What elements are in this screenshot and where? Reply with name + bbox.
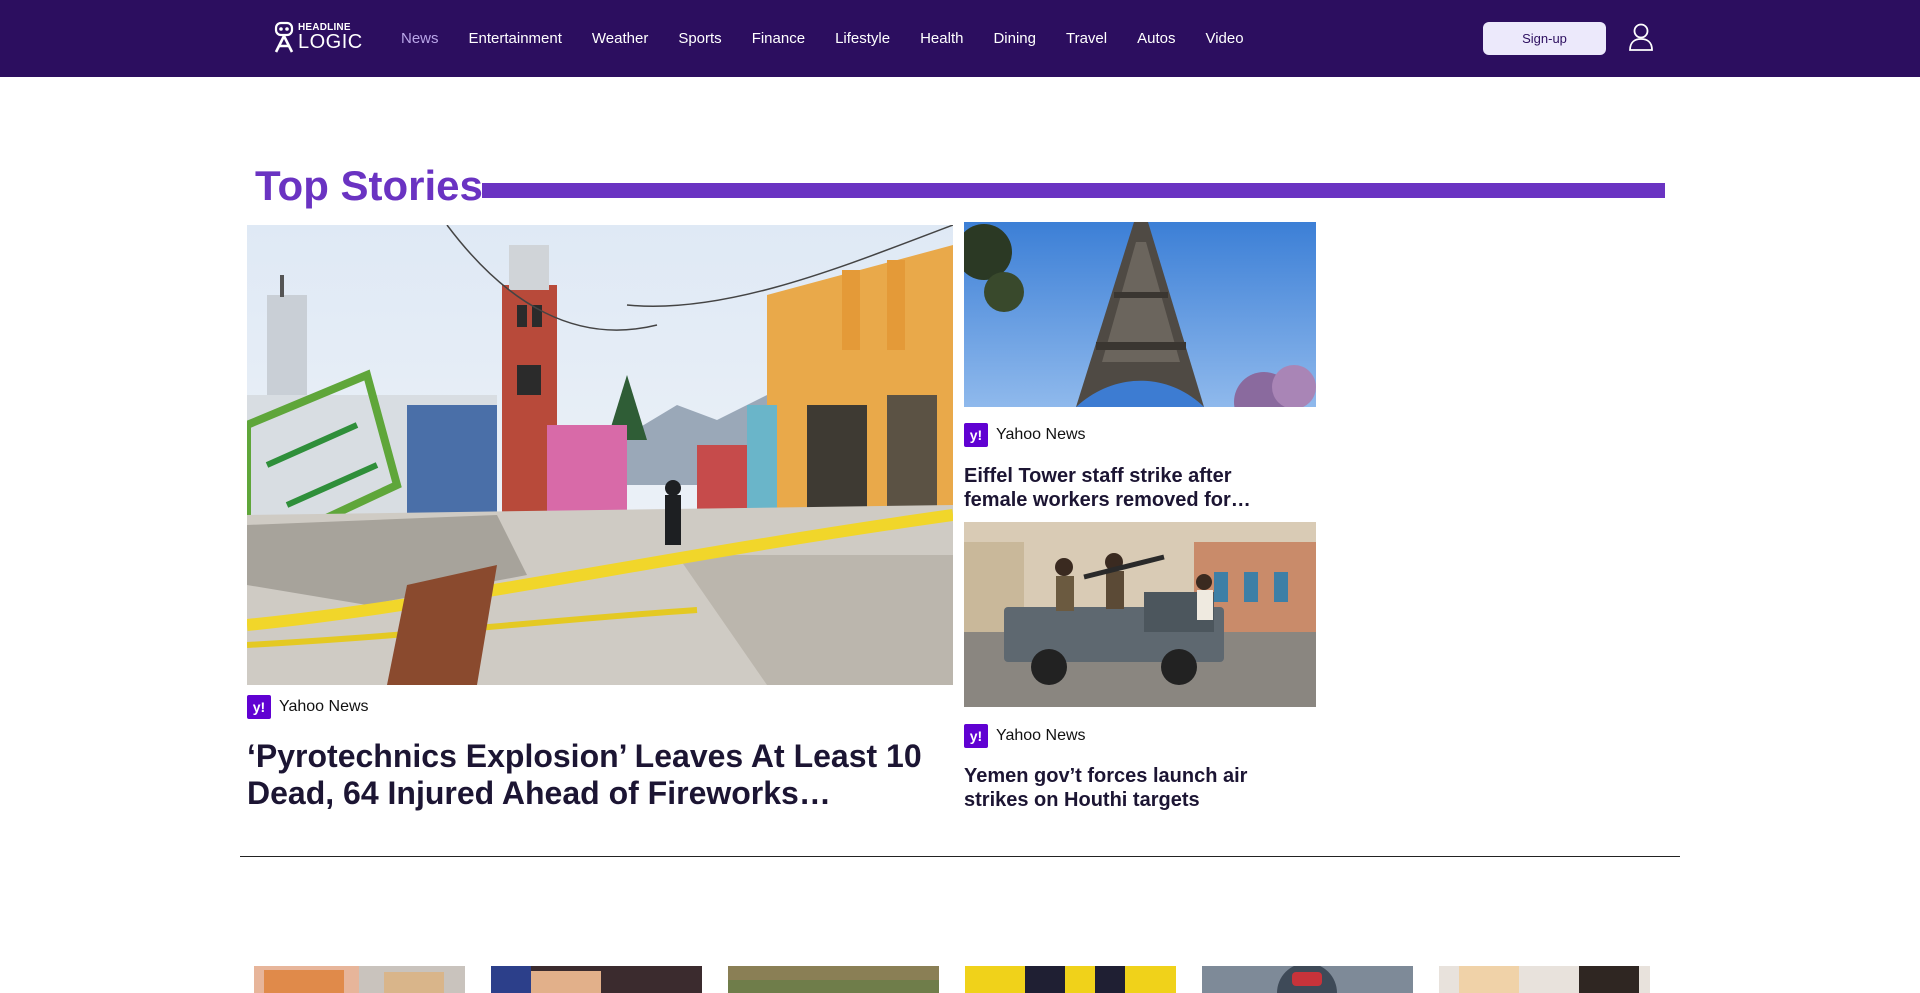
story-thumbnail[interactable] [1202,966,1413,993]
nav-health[interactable]: Health [920,30,963,47]
yahoo-logo-icon: y! [964,423,988,447]
source-name: Yahoo News [996,426,1086,443]
top-navigation-bar: HEADLINE LOGIC News Entertainment Weathe… [0,0,1920,77]
hero-story-source[interactable]: y! Yahoo News [247,695,369,719]
nav-sports[interactable]: Sports [678,30,721,47]
nav-news[interactable]: News [401,30,439,47]
story-thumbnail[interactable] [254,966,465,993]
section-title-accent-bar [482,183,1665,198]
nav-finance[interactable]: Finance [752,30,805,47]
logo-text-bottom: LOGIC [298,30,363,53]
nav-video[interactable]: Video [1205,30,1243,47]
side-story-1-source[interactable]: y! Yahoo News [964,423,1086,447]
yemen-strike-story-image[interactable] [964,522,1316,707]
hero-story-headline[interactable]: ‘Pyrotechnics Explosion’ Leaves At Least… [247,738,947,812]
sign-up-button[interactable]: Sign-up [1483,22,1606,55]
section-title-top-stories: Top Stories [255,162,483,209]
section-divider [240,856,1680,857]
nav-entertainment[interactable]: Entertainment [469,30,562,47]
nav-dining[interactable]: Dining [993,30,1036,47]
yahoo-logo-icon: y! [964,724,988,748]
side-story-2-source[interactable]: y! Yahoo News [964,724,1086,748]
nav-lifestyle[interactable]: Lifestyle [835,30,890,47]
yahoo-logo-icon: y! [247,695,271,719]
robot-logo-icon [272,21,296,53]
nav-weather[interactable]: Weather [592,30,648,47]
story-thumbnail[interactable] [1439,966,1650,993]
hero-story-image[interactable] [247,225,953,685]
story-thumbnail[interactable] [728,966,939,993]
headline-logic-logo[interactable]: HEADLINE LOGIC [272,20,362,54]
user-account-icon[interactable] [1628,23,1654,51]
side-story-1-headline[interactable]: Eiffel Tower staff strike after female w… [964,464,1284,512]
source-name: Yahoo News [279,698,369,715]
side-story-2-headline[interactable]: Yemen gov’t forces launch air strikes on… [964,764,1284,812]
story-thumbnail[interactable] [491,966,702,993]
story-thumbnail-row [254,966,1676,993]
nav-travel[interactable]: Travel [1066,30,1107,47]
eiffel-tower-story-image[interactable] [964,222,1316,407]
main-nav: News Entertainment Weather Sports Financ… [401,0,1274,77]
story-thumbnail[interactable] [965,966,1176,993]
source-name: Yahoo News [996,727,1086,744]
nav-autos[interactable]: Autos [1137,30,1175,47]
